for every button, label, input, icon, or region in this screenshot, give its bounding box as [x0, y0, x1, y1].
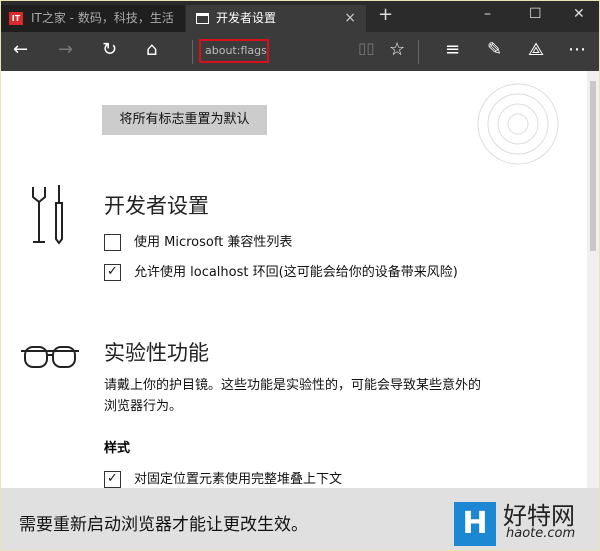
restart-notification-bar: 需要重新启动浏览器才能让更改生效。 H 好特网 haote.com — [1, 488, 599, 550]
scrollbar[interactable] — [587, 71, 599, 488]
minimize-button[interactable]: – — [484, 6, 491, 22]
checkbox-label: 使用 Microsoft 兼容性列表 — [134, 235, 293, 250]
tab-ithome[interactable]: IT IT之家 - 数码，科技，生活 — [1, 5, 185, 32]
page-icon — [196, 13, 209, 24]
tab-bar: IT IT之家 - 数码，科技，生活 开发者设置 × + – ☐ ✕ — [1, 1, 599, 32]
tab-label: 开发者设置 — [216, 11, 277, 25]
divider — [192, 40, 193, 64]
stacking-context-checkbox[interactable]: ✓ 对固定位置元素使用完整堆叠上下文 — [104, 471, 342, 489]
home-icon[interactable]: ⌂ — [146, 39, 157, 60]
hub-icon[interactable]: ≡ — [445, 39, 460, 60]
new-tab-button[interactable]: + — [378, 4, 393, 25]
restart-message: 需要重新启动浏览器才能让更改生效。 — [19, 515, 308, 535]
share-icon[interactable]: ⟁ — [528, 39, 544, 60]
tab-label: IT之家 - 数码，科技，生活 — [31, 11, 174, 25]
favorite-star-icon[interactable]: ☆ — [389, 39, 405, 60]
goggles-icon — [21, 346, 79, 368]
checkbox-checked[interactable]: ✓ — [104, 264, 121, 281]
toolbar: ← → ↻ ⌂ about:flags ▯▯ ☆ ≡ ✎ ⟁ ⋯ — [1, 32, 599, 71]
tab-developer-settings[interactable]: 开发者设置 × — [186, 5, 366, 32]
web-note-icon[interactable]: ✎ — [487, 39, 502, 60]
scrollbar-thumb[interactable] — [590, 81, 596, 251]
divider — [418, 40, 419, 64]
watermark-logo-icon: H — [454, 502, 496, 546]
maximize-button[interactable]: ☐ — [529, 6, 542, 22]
address-bar[interactable]: about:flags — [199, 39, 269, 63]
close-window-button[interactable]: ✕ — [573, 6, 585, 22]
developer-settings-heading: 开发者设置 — [104, 194, 209, 218]
checkbox-label: 允许使用 localhost 环回(这可能会给你的设备带来风险) — [134, 265, 458, 280]
it-logo-icon: IT — [9, 12, 23, 25]
experimental-description: 请戴上你的护目镜。这些功能是实验性的，可能会导致某些意外的浏览器行为。 — [104, 378, 482, 414]
close-tab-icon[interactable]: × — [344, 5, 356, 32]
refresh-icon[interactable]: ↻ — [102, 39, 117, 60]
watermark-url: haote.com — [506, 526, 576, 541]
experimental-features-heading: 实验性功能 — [104, 341, 209, 365]
browser-window: IT IT之家 - 数码，科技，生活 开发者设置 × + – ☐ ✕ ← → ↻ ⌂… — [1, 1, 599, 550]
checkbox-label: 对固定位置元素使用完整堆叠上下文 — [134, 472, 343, 487]
compat-list-checkbox[interactable]: 使用 Microsoft 兼容性列表 — [104, 234, 292, 252]
reading-view-icon[interactable]: ▯▯ — [358, 39, 375, 57]
more-icon[interactable]: ⋯ — [568, 39, 586, 60]
checkbox-checked[interactable]: ✓ — [104, 471, 121, 488]
forward-icon[interactable]: → — [58, 39, 73, 60]
spiral-decoration-icon — [477, 83, 559, 165]
checkbox[interactable] — [104, 234, 121, 251]
back-icon[interactable]: ← — [13, 39, 28, 60]
flags-page: 将所有标志重置为默认 开发者设置 使用 Microsoft 兼容性列表 ✓ 允许使… — [1, 71, 599, 488]
tools-icon — [32, 185, 63, 245]
style-section-heading: 样式 — [104, 441, 131, 456]
localhost-loopback-checkbox[interactable]: ✓ 允许使用 localhost 环回(这可能会给你的设备带来风险) — [104, 264, 458, 282]
reset-flags-button[interactable]: 将所有标志重置为默认 — [102, 105, 267, 135]
